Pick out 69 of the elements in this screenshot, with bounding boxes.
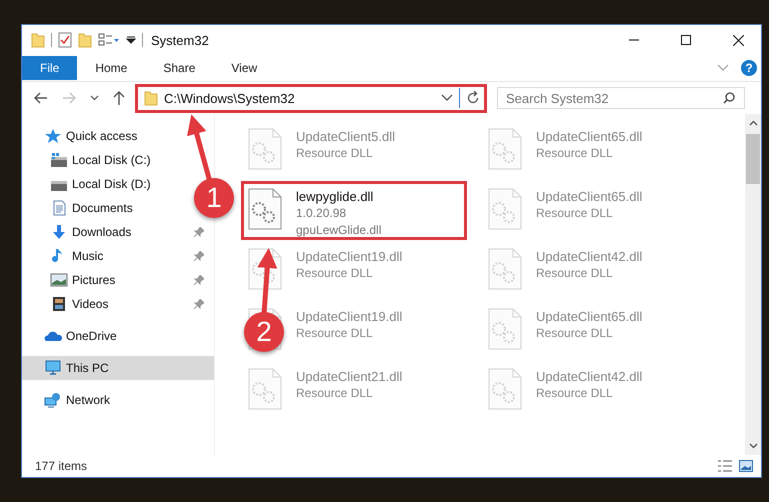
ribbon-tab[interactable]: File [22, 56, 78, 80]
search-field[interactable]: Search System32 [497, 87, 745, 109]
sidebar-item[interactable]: Network [22, 388, 116, 412]
monitor-icon [44, 360, 62, 376]
ribbon-tab[interactable]: Share [145, 56, 214, 80]
scroll-down-icon[interactable] [748, 443, 758, 449]
file-name: UpdateClient65.dll [536, 308, 642, 325]
minimize-icon[interactable] [629, 39, 639, 41]
back-arrow-icon[interactable] [34, 92, 48, 104]
picture-icon [50, 272, 68, 288]
help-button[interactable]: ? [741, 60, 757, 76]
close-icon[interactable] [732, 34, 744, 46]
sidebar-item[interactable]: OneDrive [22, 324, 123, 348]
sidebar-item[interactable]: Music [22, 244, 214, 268]
search-icon[interactable] [723, 92, 735, 104]
file-name: UpdateClient65.dll [536, 128, 642, 145]
sidebar-item[interactable]: Local Disk (D:) [22, 172, 157, 196]
file-detail: gpuLewGlide.dll [296, 222, 382, 239]
file-name: UpdateClient21.dll [296, 368, 402, 385]
file-detail: Resource DLL [296, 145, 374, 162]
sidebar-item[interactable]: Local Disk (C:) [22, 148, 157, 172]
file-detail: Resource DLL [536, 325, 614, 342]
file-detail: 1.0.20.98 [296, 205, 348, 222]
star-icon [44, 128, 62, 144]
drive-icon [50, 152, 68, 168]
file-detail: Resource DLL [296, 385, 374, 402]
file-detail: Resource DLL [536, 385, 614, 402]
item-count: 177 items [35, 459, 88, 473]
caret-icon[interactable] [126, 35, 136, 45]
window-title: System32 [151, 32, 209, 48]
up-arrow-icon[interactable] [113, 91, 125, 105]
pin-icon[interactable] [194, 299, 204, 309]
ribbon-tab[interactable]: View [213, 56, 276, 80]
large-icons-view-icon[interactable] [739, 460, 753, 472]
chevron-down-icon[interactable] [90, 95, 99, 101]
scrollbar-thumb[interactable] [746, 134, 760, 184]
file-name: UpdateClient5.dll [296, 128, 396, 145]
properties-icon[interactable] [98, 33, 120, 47]
sidebar-item[interactable]: Videos [22, 292, 214, 316]
file-name: UpdateClient42.dll [536, 248, 642, 265]
sidebar-item[interactable]: Downloads [22, 220, 214, 244]
sidebar-item[interactable]: Quick access [22, 124, 144, 148]
scroll-up-icon[interactable] [748, 120, 758, 126]
down-arrow-icon [50, 224, 68, 240]
pin-icon[interactable] [194, 227, 204, 237]
sidebar-item[interactable]: Documents [22, 196, 139, 220]
file-tile[interactable]: lewpyglide.dll 1.0.20.98 gpuLewGlide.dll [241, 181, 467, 240]
file-name: UpdateClient42.dll [536, 368, 642, 385]
file-detail: Resource DLL [536, 145, 614, 162]
annotation-arrow [257, 248, 278, 314]
film-icon [50, 296, 68, 312]
ribbon-tab[interactable]: Home [77, 56, 146, 80]
sidebar-item[interactable]: This PC [22, 356, 214, 380]
file-detail: Resource DLL [296, 265, 374, 282]
network-icon [44, 392, 62, 408]
sidebar-item[interactable]: Pictures [22, 268, 214, 292]
pin-icon[interactable] [194, 251, 204, 261]
checklist-icon[interactable] [58, 32, 72, 48]
pin-icon[interactable] [194, 275, 204, 285]
file-name: UpdateClient19.dll [296, 248, 402, 265]
file-name: UpdateClient19.dll [296, 308, 402, 325]
file-name: UpdateClient65.dll [536, 188, 642, 205]
maximize-icon[interactable] [681, 35, 691, 45]
file-detail: Resource DLL [296, 325, 374, 342]
file-name: lewpyglide.dll [296, 188, 374, 205]
file-detail: Resource DLL [536, 205, 614, 222]
details-view-icon[interactable] [717, 460, 733, 472]
file-detail: Resource DLL [536, 265, 614, 282]
address-bar[interactable]: C:\Windows\System32 [135, 84, 487, 112]
